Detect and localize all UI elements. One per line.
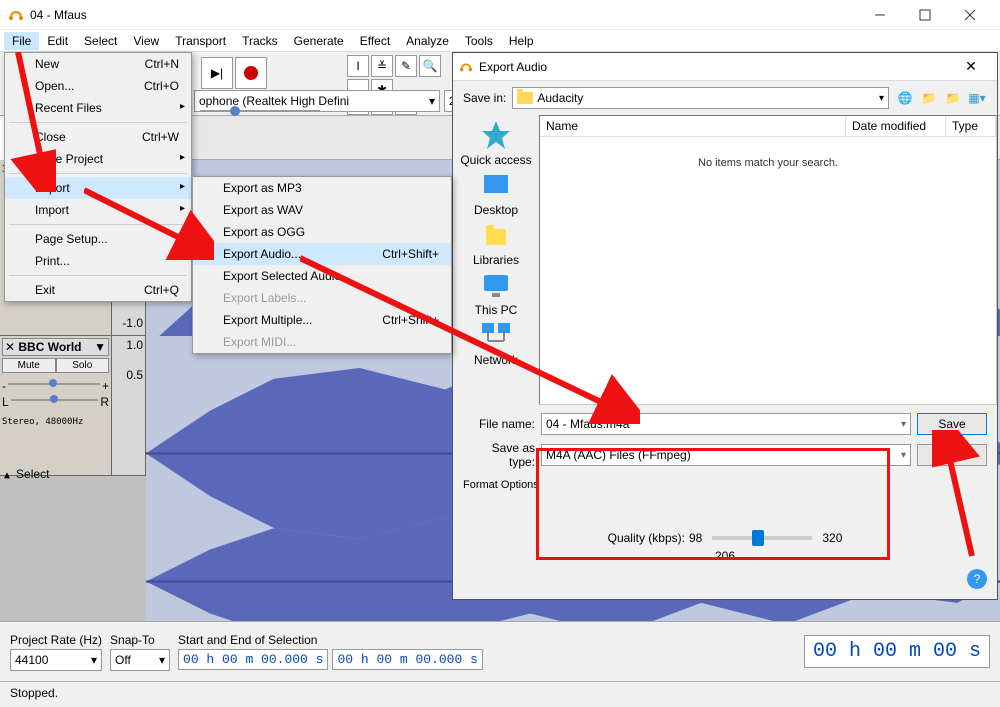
- quality-value: 206: [463, 549, 987, 563]
- sel-start[interactable]: 00 h 00 m 00.000 s: [178, 649, 328, 670]
- mi-print[interactable]: Print...: [5, 250, 191, 272]
- menu-edit[interactable]: Edit: [39, 32, 76, 50]
- file-list[interactable]: Name Date modified Type No items match y…: [539, 115, 997, 405]
- menu-help[interactable]: Help: [501, 32, 542, 50]
- export-submenu: Export as MP3 Export as WAV Export as OG…: [192, 176, 452, 354]
- smi-mp3[interactable]: Export as MP3: [193, 177, 451, 199]
- views-icon[interactable]: ▦▾: [967, 88, 987, 108]
- back-icon[interactable]: 🌐: [895, 88, 915, 108]
- menu-transport[interactable]: Transport: [167, 32, 234, 50]
- menu-effect[interactable]: Effect: [352, 32, 398, 50]
- filename-input[interactable]: 04 - Mfaus.m4a: [541, 413, 911, 435]
- quality-slider[interactable]: [712, 536, 812, 540]
- place-network[interactable]: Network: [474, 319, 518, 367]
- smi-export-multiple[interactable]: Export Multiple...Ctrl+Shift+: [193, 309, 451, 331]
- selection-label: Start and End of Selection: [178, 633, 483, 647]
- track2-name: BBC World: [18, 340, 81, 354]
- format-options-label: Format Options: [463, 479, 987, 491]
- help-icon[interactable]: ?: [967, 569, 987, 589]
- menu-file[interactable]: File: [4, 32, 39, 50]
- close-button[interactable]: [947, 0, 992, 30]
- minimize-button[interactable]: [857, 0, 902, 30]
- menu-analyze[interactable]: Analyze: [398, 32, 457, 50]
- place-thispc[interactable]: This PC: [475, 269, 518, 317]
- status-text: Stopped.: [10, 686, 58, 700]
- quality-min: 98: [689, 531, 702, 545]
- draw-icon[interactable]: ✎: [395, 55, 417, 77]
- rate-combo[interactable]: 44100▾: [10, 649, 102, 671]
- smi-export-audio[interactable]: Export Audio...Ctrl+Shift+: [193, 243, 451, 265]
- no-items-text: No items match your search.: [540, 157, 996, 169]
- save-button[interactable]: Save: [917, 413, 987, 435]
- mi-export[interactable]: Export: [5, 177, 191, 199]
- smi-export-selected[interactable]: Export Selected Audio...: [193, 265, 451, 287]
- mute-button[interactable]: Mute: [2, 358, 56, 373]
- smi-export-labels: Export Labels...: [193, 287, 451, 309]
- track-menu-icon[interactable]: ▼: [94, 340, 106, 354]
- place-libraries[interactable]: Libraries: [473, 219, 519, 267]
- record-button[interactable]: [235, 57, 267, 89]
- mi-import[interactable]: Import: [5, 199, 191, 221]
- rate-label: Project Rate (Hz): [10, 633, 102, 647]
- quality-max: 320: [822, 531, 842, 545]
- savein-combo[interactable]: Audacity: [512, 87, 889, 109]
- snap-label: Snap-To: [110, 633, 170, 647]
- mi-page-setup[interactable]: Page Setup...: [5, 228, 191, 250]
- titlebar: 04 - Mfaus: [0, 0, 1000, 30]
- mi-open[interactable]: Open...Ctrl+O: [5, 75, 191, 97]
- col-type[interactable]: Type: [946, 116, 996, 136]
- mi-save-project[interactable]: Save Project: [5, 148, 191, 170]
- selection-toolbar: Project Rate (Hz) 44100▾ Snap-To Off▾ St…: [0, 621, 1000, 681]
- export-dialog: Export Audio ✕ Save in: Audacity 🌐 📁 📁 ▦…: [452, 52, 998, 600]
- col-date[interactable]: Date modified: [846, 116, 946, 136]
- mi-new[interactable]: NewCtrl+N: [5, 53, 191, 75]
- solo-button[interactable]: Solo: [56, 358, 110, 373]
- menu-generate[interactable]: Generate: [286, 32, 352, 50]
- up-icon[interactable]: 📁: [919, 88, 939, 108]
- savetype-label: Save as type:: [463, 441, 535, 469]
- menu-select[interactable]: Select: [76, 32, 125, 50]
- track2-info: Stereo, 48000Hz: [2, 417, 109, 427]
- audio-position: 00 h 00 m 00 s: [804, 635, 990, 668]
- maximize-button[interactable]: [902, 0, 947, 30]
- menu-tools[interactable]: Tools: [457, 32, 501, 50]
- window-title: 04 - Mfaus: [30, 8, 857, 22]
- track1-select[interactable]: Select: [16, 467, 49, 481]
- places-sidebar: Quick access Desktop Libraries This PC N…: [453, 115, 539, 405]
- dialog-title: Export Audio: [479, 60, 951, 74]
- newfolder-icon[interactable]: 📁: [943, 88, 963, 108]
- mi-close[interactable]: CloseCtrl+W: [5, 126, 191, 148]
- savetype-combo[interactable]: M4A (AAC) Files (FFmpeg): [541, 444, 911, 466]
- dialog-close-icon[interactable]: ✕: [951, 58, 991, 75]
- zoom-icon[interactable]: 🔍: [419, 55, 441, 77]
- dialog-icon: [459, 60, 473, 74]
- savein-label: Save in:: [463, 91, 506, 105]
- ibeam-icon[interactable]: I: [347, 55, 369, 77]
- envelope-icon[interactable]: ≚: [371, 55, 393, 77]
- snap-combo[interactable]: Off▾: [110, 649, 170, 671]
- menu-tracks[interactable]: Tracks: [234, 32, 286, 50]
- col-name[interactable]: Name: [540, 116, 846, 136]
- smi-export-midi: Export MIDI...: [193, 331, 451, 353]
- app-icon: [8, 7, 24, 23]
- file-menu: NewCtrl+N Open...Ctrl+O Recent Files Clo…: [4, 52, 192, 302]
- mi-exit[interactable]: ExitCtrl+Q: [5, 279, 191, 301]
- device-value: ophone (Realtek High Defini: [199, 94, 349, 108]
- track2-panel: ✕ BBC World▼ MuteSolo -+ LR Stereo, 4800…: [0, 336, 112, 475]
- place-desktop[interactable]: Desktop: [474, 169, 518, 217]
- mi-recent[interactable]: Recent Files: [5, 97, 191, 119]
- cancel-button[interactable]: Cancel: [917, 444, 987, 466]
- sel-end[interactable]: 00 h 00 m 00.000 s: [332, 649, 482, 670]
- smi-ogg[interactable]: Export as OGG: [193, 221, 451, 243]
- statusbar: Stopped.: [0, 681, 1000, 707]
- skip-end-button[interactable]: ▶|: [201, 57, 233, 89]
- menubar: File Edit Select View Transport Tracks G…: [0, 30, 1000, 52]
- quality-label: Quality (kbps):: [608, 531, 685, 545]
- menu-view[interactable]: View: [125, 32, 167, 50]
- filename-label: File name:: [463, 417, 535, 431]
- smi-wav[interactable]: Export as WAV: [193, 199, 451, 221]
- place-quickaccess[interactable]: Quick access: [460, 119, 531, 167]
